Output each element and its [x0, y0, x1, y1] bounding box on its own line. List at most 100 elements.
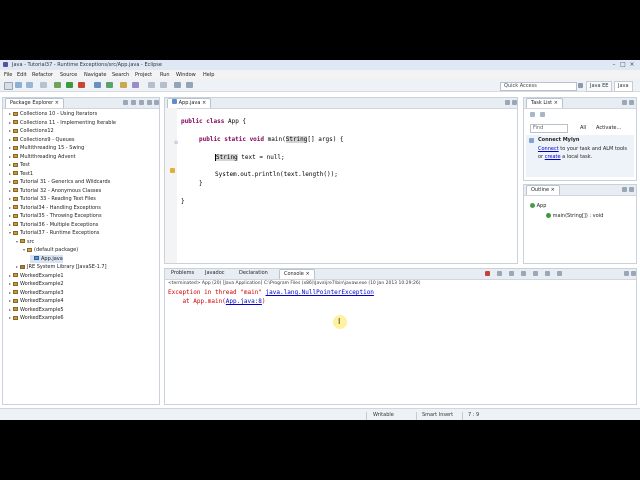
tab-console[interactable]: Console × — [279, 269, 315, 279]
stack-link[interactable]: App.java:8 — [226, 298, 262, 305]
tree-item[interactable]: ▸ WorkedExample4 — [9, 297, 64, 305]
task-maximize-icon[interactable] — [629, 100, 634, 105]
link-editor-icon[interactable] — [131, 100, 136, 105]
previous-annotation-icon[interactable] — [160, 82, 167, 88]
new-class-icon[interactable] — [106, 82, 113, 88]
tree-item[interactable]: ▸ Collections 11 - Implementing Iterable — [9, 119, 116, 127]
tree-item[interactable]: ▸ WorkedExample2 — [9, 280, 64, 288]
display-console-icon[interactable] — [545, 271, 550, 276]
console-minimize-icon[interactable] — [624, 271, 629, 276]
perspective-java[interactable]: Java — [614, 81, 633, 92]
editor-maximize-icon[interactable] — [512, 100, 517, 105]
quick-access-input[interactable]: Quick Access — [500, 82, 577, 91]
tab-outline[interactable]: Outline × — [526, 185, 560, 195]
tree-item[interactable]: ▸ Tutorial36 - Multiple Exceptions — [9, 221, 98, 229]
editor-minimize-icon[interactable] — [505, 100, 510, 105]
tree-item[interactable]: ▸ Tutorial34 - Handling Exceptions — [9, 204, 101, 212]
tab-package-explorer[interactable]: Package Explorer × — [5, 98, 64, 108]
menu-search[interactable]: Search — [112, 72, 129, 78]
perspective-java-ee[interactable]: Java EE — [586, 81, 613, 92]
menu-project[interactable]: Project — [135, 72, 152, 78]
menu-window[interactable]: Window — [176, 72, 196, 78]
tree-item[interactable]: ▸ Tutorial 31 - Generics and Wildcards — [9, 178, 110, 186]
tree-item[interactable]: ▾ Tutorial37 - Runtime Exceptions — [9, 229, 99, 237]
remove-launch-icon[interactable] — [497, 271, 502, 276]
tree-item[interactable]: App.java — [30, 254, 63, 263]
tree-item[interactable]: ▸ WorkedExample1 — [9, 272, 64, 280]
tree-item[interactable]: ▸ WorkedExample6 — [9, 314, 64, 322]
tree-item[interactable]: ▸ Multithreading Advent — [9, 153, 76, 161]
menu-source[interactable]: Source — [60, 72, 77, 78]
tab-app-java[interactable]: App.java × — [167, 98, 212, 108]
tree-item[interactable]: ▸ Tutorial35 - Throwing Exceptions — [9, 212, 102, 220]
code-line-4[interactable]: System.out.println(text.length()); — [215, 171, 338, 178]
pin-console-icon[interactable] — [533, 271, 538, 276]
tree-item[interactable]: ▸ Collections9 - Queues — [9, 136, 75, 144]
tab-problems[interactable]: Problems — [167, 269, 198, 278]
search-icon[interactable] — [132, 82, 139, 88]
tree-item[interactable]: ▸ Test — [9, 161, 30, 169]
tree-item[interactable]: ▸ JRE System Library [JavaSE-1.7] — [16, 263, 107, 271]
debug-icon[interactable] — [54, 82, 61, 88]
task-filter-all[interactable]: All — [580, 125, 586, 131]
menu-refactor[interactable]: Refactor — [32, 72, 53, 78]
menu-file[interactable]: File — [4, 72, 12, 78]
terminate-icon[interactable] — [485, 271, 490, 276]
code-line-3[interactable]: String text = null; — [215, 154, 285, 161]
new-task-icon[interactable] — [530, 112, 535, 117]
collapse-all-icon[interactable] — [123, 100, 128, 105]
minimize-icon[interactable]: – — [610, 61, 618, 68]
task-activate[interactable]: Activate... — [596, 125, 621, 131]
tab-javadoc[interactable]: Javadoc — [201, 269, 229, 278]
fold-icon[interactable]: ⊖ — [174, 140, 178, 146]
tab-task-list[interactable]: Task List × — [526, 98, 563, 108]
external-tools-icon[interactable] — [78, 82, 85, 88]
tree-item[interactable]: ▾ src — [16, 238, 34, 246]
exception-link[interactable]: java.lang.NullPointerException — [266, 289, 374, 296]
outline-class-row[interactable]: App — [530, 203, 546, 209]
menu-help[interactable]: Help — [203, 72, 214, 78]
outline-method-row[interactable]: main(String[]) : void — [546, 213, 603, 219]
tree-item[interactable]: ▸ Collections12 — [9, 127, 54, 135]
tree-item[interactable]: ▸ Tutorial 33 - Reading Text Files — [9, 195, 96, 203]
next-annotation-icon[interactable] — [148, 82, 155, 88]
forward-icon[interactable] — [186, 82, 193, 88]
print-icon[interactable] — [40, 82, 47, 88]
code-line-6[interactable]: } — [181, 198, 185, 205]
maximize-icon[interactable]: □ — [619, 61, 627, 68]
menu-edit[interactable]: Edit — [17, 72, 27, 78]
tree-item[interactable]: ▸ Tutorial 32 - Anonymous Classes — [9, 187, 101, 195]
connect-link[interactable]: Connect — [538, 146, 559, 152]
categorize-icon[interactable] — [540, 112, 545, 117]
tab-declaration[interactable]: Declaration — [235, 269, 272, 278]
clear-console-icon[interactable] — [509, 271, 514, 276]
menu-navigate[interactable]: Navigate — [84, 72, 106, 78]
code-line-2[interactable]: public static void main(String[] args) { — [199, 136, 344, 143]
run-icon[interactable] — [66, 82, 73, 88]
scroll-lock-icon[interactable] — [521, 271, 526, 276]
open-type-icon[interactable] — [120, 82, 127, 88]
view-menu-icon[interactable] — [139, 100, 144, 105]
save-all-icon[interactable] — [26, 82, 33, 88]
warning-marker-icon[interactable] — [170, 168, 175, 173]
open-console-icon[interactable] — [557, 271, 562, 276]
tree-item[interactable]: ▸ Test1 — [9, 170, 33, 178]
code-line-5[interactable]: } — [199, 180, 203, 187]
tree-item[interactable]: ▾ (default package) — [23, 246, 78, 254]
new-java-project-icon[interactable] — [94, 82, 101, 88]
open-perspective-icon[interactable] — [578, 83, 583, 88]
code-line-1[interactable]: public class App { — [181, 118, 246, 125]
save-icon[interactable] — [15, 82, 22, 88]
tree-item[interactable]: ▸ Collections 10 - Using Iterators — [9, 110, 97, 118]
tree-item[interactable]: ▸ Multithreading 15 - Swing — [9, 144, 84, 152]
create-link[interactable]: create — [545, 154, 561, 160]
tree-item[interactable]: ▸ WorkedExample3 — [9, 289, 64, 297]
tree-item[interactable]: ▸ WorkedExample5 — [9, 306, 64, 314]
outline-minimize-icon[interactable] — [622, 187, 627, 192]
new-icon[interactable] — [4, 82, 13, 90]
minimize-view-icon[interactable] — [147, 100, 152, 105]
console-maximize-icon[interactable] — [631, 271, 636, 276]
outline-maximize-icon[interactable] — [629, 187, 634, 192]
task-minimize-icon[interactable] — [622, 100, 627, 105]
menu-run[interactable]: Run — [160, 72, 170, 78]
